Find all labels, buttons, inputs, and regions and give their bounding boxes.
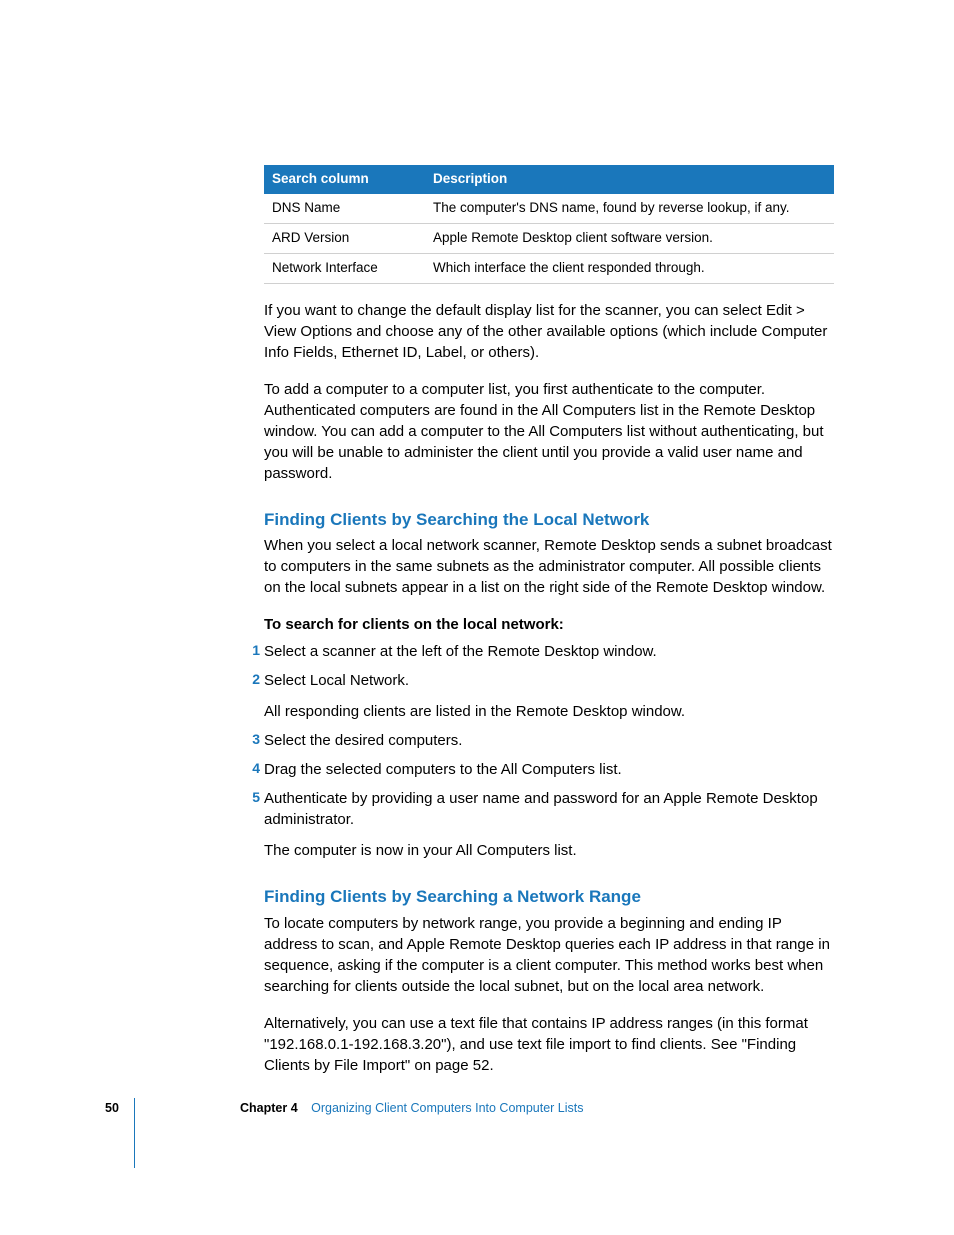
paragraph-edit-view-options: If you want to change the default displa…: [264, 300, 834, 363]
cell-description: The computer's DNS name, found by revers…: [425, 194, 834, 223]
table-row: Network InterfaceWhich interface the cli…: [264, 253, 834, 283]
chapter-label: Chapter 4: [240, 1101, 298, 1115]
paragraph-add-computer: To add a computer to a computer list, yo…: [264, 379, 834, 484]
step-item: 3Select the desired computers.: [264, 730, 834, 751]
step-item: 2Select Local Network.All responding cli…: [264, 670, 834, 722]
step-follow-text: The computer is now in your All Computer…: [264, 840, 834, 861]
paragraph-network-range-2: Alternatively, you can use a text file t…: [264, 1013, 834, 1076]
cell-search-column: Network Interface: [264, 253, 425, 283]
heading-finding-clients-local-network: Finding Clients by Searching the Local N…: [264, 508, 834, 532]
step-text: Drag the selected computers to the All C…: [264, 759, 834, 780]
subhead-search-local-network: To search for clients on the local netwo…: [264, 614, 834, 635]
step-text: Select the desired computers.: [264, 730, 834, 751]
step-number: 3: [244, 730, 260, 750]
cell-description: Which interface the client responded thr…: [425, 253, 834, 283]
cell-search-column: ARD Version: [264, 223, 425, 253]
step-item: 5Authenticate by providing a user name a…: [264, 788, 834, 861]
step-item: 1Select a scanner at the left of the Rem…: [264, 641, 834, 662]
search-columns-table: Search column Description DNS NameThe co…: [264, 165, 834, 284]
step-follow-text: All responding clients are listed in the…: [264, 701, 834, 722]
step-text: Select a scanner at the left of the Remo…: [264, 641, 834, 662]
step-text: Authenticate by providing a user name an…: [264, 788, 834, 830]
step-text: Select Local Network.: [264, 670, 834, 691]
table-row: DNS NameThe computer's DNS name, found b…: [264, 194, 834, 223]
step-number: 5: [244, 788, 260, 808]
heading-finding-clients-network-range: Finding Clients by Searching a Network R…: [264, 885, 834, 909]
table-row: ARD VersionApple Remote Desktop client s…: [264, 223, 834, 253]
page-number: 50: [105, 1100, 119, 1118]
step-item: 4Drag the selected computers to the All …: [264, 759, 834, 780]
chapter-title: Organizing Client Computers Into Compute…: [311, 1101, 583, 1115]
steps-list: 1Select a scanner at the left of the Rem…: [264, 641, 834, 861]
table-header-search-column: Search column: [264, 165, 425, 194]
footer-rule: [134, 1098, 135, 1168]
cell-description: Apple Remote Desktop client software ver…: [425, 223, 834, 253]
step-number: 1: [244, 641, 260, 661]
paragraph-local-network-intro: When you select a local network scanner,…: [264, 535, 834, 598]
paragraph-network-range-1: To locate computers by network range, yo…: [264, 913, 834, 997]
table-header-description: Description: [425, 165, 834, 194]
step-number: 2: [244, 670, 260, 690]
step-number: 4: [244, 759, 260, 779]
cell-search-column: DNS Name: [264, 194, 425, 223]
